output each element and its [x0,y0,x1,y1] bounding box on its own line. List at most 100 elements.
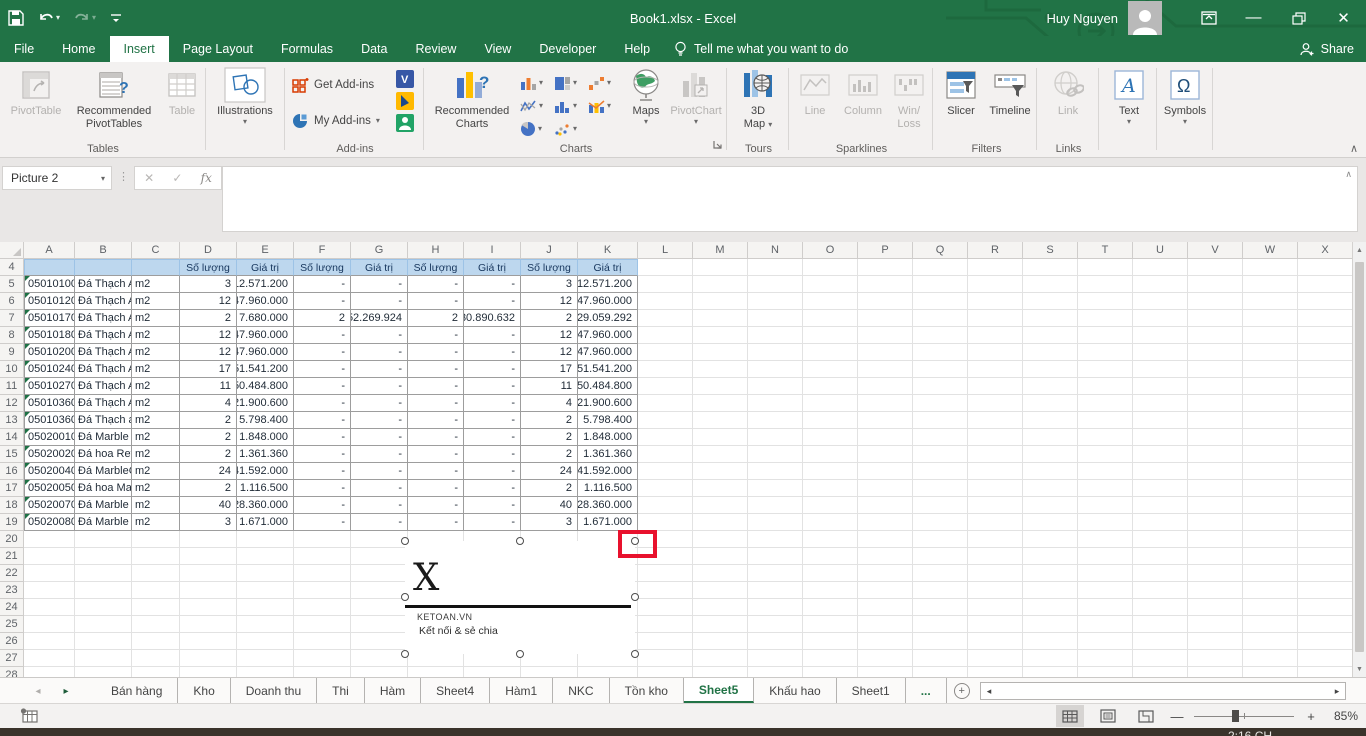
cell-C11[interactable]: m2 [132,378,180,395]
column-header-A[interactable]: A [24,242,75,259]
cell-L18[interactable] [638,497,693,514]
cell-R20[interactable] [968,531,1023,548]
cell-M25[interactable] [693,616,748,633]
get-addins-button[interactable]: Get Add-ins [292,76,374,93]
selection-handle-top-mid[interactable] [516,537,524,545]
cell-R28[interactable] [968,667,1023,677]
cell-L28[interactable] [638,667,693,677]
cell-X6[interactable] [1298,293,1353,310]
cell-N18[interactable] [748,497,803,514]
cell-W26[interactable] [1243,633,1298,650]
cell-I10[interactable]: - [464,361,521,378]
cell-U15[interactable] [1133,446,1188,463]
cell-W9[interactable] [1243,344,1298,361]
cell-T15[interactable] [1078,446,1133,463]
row-header-22[interactable]: 22 [0,565,24,582]
row-header-5[interactable]: 5 [0,276,24,293]
cell-J10[interactable]: 17 [521,361,578,378]
cell-F23[interactable] [294,582,351,599]
cell-D9[interactable]: 12 [180,344,237,361]
cell-P18[interactable] [858,497,913,514]
cell-W7[interactable] [1243,310,1298,327]
cell-N28[interactable] [748,667,803,677]
cell-E12[interactable]: 21.900.600 [237,395,294,412]
cell-N17[interactable] [748,480,803,497]
row-header-17[interactable]: 17 [0,480,24,497]
column-header-E[interactable]: E [237,242,294,259]
cell-H4[interactable]: Số lượng [408,259,464,276]
cell-F24[interactable] [294,599,351,616]
cell-N15[interactable] [748,446,803,463]
cell-L24[interactable] [638,599,693,616]
cell-J15[interactable]: 2 [521,446,578,463]
cell-R17[interactable] [968,480,1023,497]
row-header-10[interactable]: 10 [0,361,24,378]
column-header-M[interactable]: M [693,242,748,259]
cell-N10[interactable] [748,361,803,378]
cell-V4[interactable] [1188,259,1243,276]
cell-M17[interactable] [693,480,748,497]
cell-V7[interactable] [1188,310,1243,327]
cell-M19[interactable] [693,514,748,531]
cell-B17[interactable]: Đá hoa Marb [75,480,132,497]
cell-U26[interactable] [1133,633,1188,650]
cell-C20[interactable] [132,531,180,548]
cell-T28[interactable] [1078,667,1133,677]
cell-F11[interactable]: - [294,378,351,395]
cell-T14[interactable] [1078,429,1133,446]
cell-M7[interactable] [693,310,748,327]
cell-F12[interactable]: - [294,395,351,412]
cell-L8[interactable] [638,327,693,344]
cell-B14[interactable]: Đá Marble R [75,429,132,446]
cell-U17[interactable] [1133,480,1188,497]
sheet-tab-nkc[interactable]: NKC [553,678,609,703]
cell-Q18[interactable] [913,497,968,514]
cell-D26[interactable] [180,633,237,650]
cell-J14[interactable]: 2 [521,429,578,446]
cell-T10[interactable] [1078,361,1133,378]
cell-G22[interactable] [351,565,408,582]
picture-object[interactable]: X KETOAN.VN Kết nối & sẻ chia [405,541,635,654]
cell-C7[interactable]: m2 [132,310,180,327]
cell-O9[interactable] [803,344,858,361]
name-box[interactable]: Picture 2 ▾ [2,166,112,190]
cell-Q10[interactable] [913,361,968,378]
cell-D11[interactable]: 11 [180,378,237,395]
cell-N12[interactable] [748,395,803,412]
cell-S20[interactable] [1023,531,1078,548]
cell-S8[interactable] [1023,327,1078,344]
selection-handle-bottom-right[interactable] [631,650,639,658]
cell-S28[interactable] [1023,667,1078,677]
avatar[interactable] [1128,1,1162,35]
cell-W22[interactable] [1243,565,1298,582]
column-header-I[interactable]: I [464,242,521,259]
row-header-21[interactable]: 21 [0,548,24,565]
sheet-tab-kho[interactable]: Kho [178,678,230,703]
cell-O10[interactable] [803,361,858,378]
cell-F13[interactable]: - [294,412,351,429]
cell-W20[interactable] [1243,531,1298,548]
cell-K17[interactable]: 1.116.500 [578,480,638,497]
cell-O22[interactable] [803,565,858,582]
cell-E8[interactable]: 47.960.000 [237,327,294,344]
cell-G27[interactable] [351,650,408,667]
cell-H18[interactable]: - [408,497,464,514]
cell-P7[interactable] [858,310,913,327]
cell-X19[interactable] [1298,514,1353,531]
cell-F28[interactable] [294,667,351,677]
cell-C21[interactable] [132,548,180,565]
cell-O14[interactable] [803,429,858,446]
row-header-24[interactable]: 24 [0,599,24,616]
row-header-20[interactable]: 20 [0,531,24,548]
cell-A6[interactable]: 0501012001 [24,293,75,310]
cell-X24[interactable] [1298,599,1353,616]
cell-V24[interactable] [1188,599,1243,616]
cell-W25[interactable] [1243,616,1298,633]
cell-E13[interactable]: 5.798.400 [237,412,294,429]
cell-P17[interactable] [858,480,913,497]
cell-P10[interactable] [858,361,913,378]
cell-P21[interactable] [858,548,913,565]
cell-W15[interactable] [1243,446,1298,463]
cell-W13[interactable] [1243,412,1298,429]
cell-D20[interactable] [180,531,237,548]
